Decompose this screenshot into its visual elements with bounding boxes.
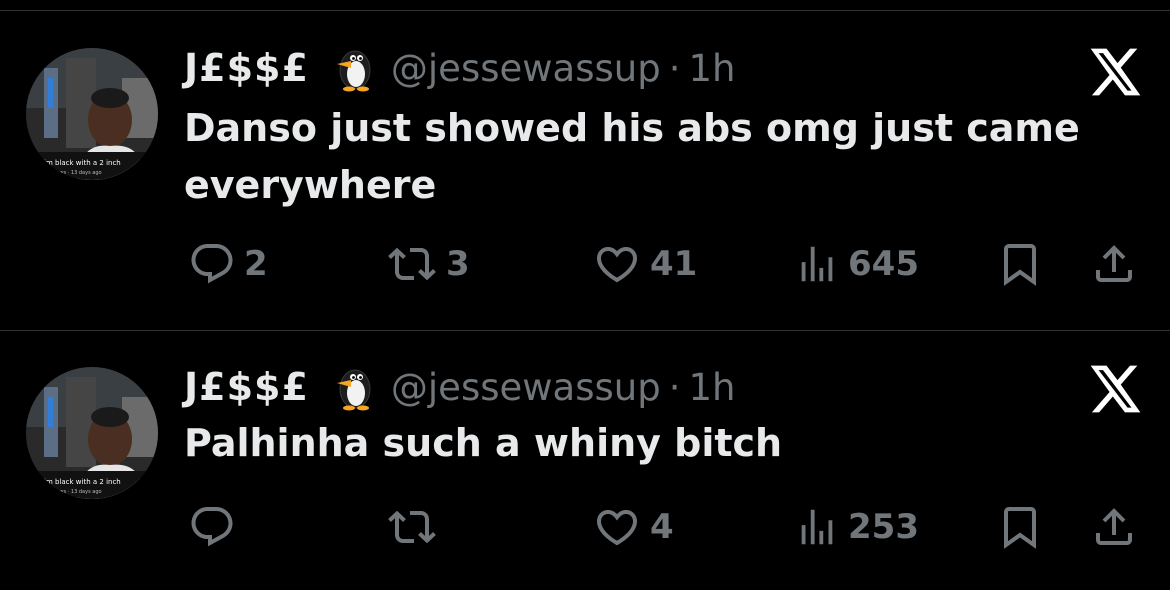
like-count: 41	[650, 244, 698, 284]
avatar-subcaption: 3K views · 13 days ago	[44, 170, 102, 176]
penguin-icon	[327, 44, 377, 92]
action-bar: 4 253	[0, 497, 1170, 557]
like-button[interactable]: 41	[592, 234, 697, 294]
share-button[interactable]	[1090, 234, 1138, 294]
avatar[interactable]: im black with a 2 inch 3K views · 13 day…	[26, 48, 158, 180]
x-logo-icon[interactable]	[1086, 44, 1142, 100]
views-button[interactable]: 253	[794, 497, 919, 557]
reply-button[interactable]: 2	[188, 234, 268, 294]
handle[interactable]: @jessewassup	[391, 366, 661, 409]
display-name[interactable]: J£$$£	[184, 46, 309, 90]
share-icon	[1090, 503, 1138, 551]
separator-dot: ·	[668, 46, 681, 90]
display-name[interactable]: J£$$£	[184, 365, 309, 409]
heart-icon	[592, 240, 642, 288]
repost-count: 3	[446, 244, 470, 284]
repost-button[interactable]	[386, 497, 446, 557]
repost-icon	[386, 503, 438, 551]
bookmark-icon	[996, 240, 1044, 288]
views-count: 645	[848, 244, 919, 284]
avatar-caption: im black with a 2 inch	[44, 159, 121, 167]
reply-button[interactable]	[188, 497, 244, 557]
like-button[interactable]: 4	[592, 497, 674, 557]
share-button[interactable]	[1090, 497, 1138, 557]
action-bar: 2 3 41 645	[0, 234, 1170, 294]
separator-dot: ·	[668, 365, 681, 409]
tweet[interactable]: im black with a 2 inch 3K views · 13 day…	[0, 10, 1170, 330]
views-button[interactable]: 645	[794, 234, 919, 294]
views-count: 253	[848, 507, 919, 547]
heart-icon	[592, 503, 642, 551]
tweet-text: Danso just showed his abs omg just came …	[184, 106, 1080, 207]
bookmark-icon	[996, 503, 1044, 551]
avatar-caption: im black with a 2 inch	[44, 478, 121, 486]
share-icon	[1090, 240, 1138, 288]
timestamp[interactable]: 1h	[688, 47, 735, 90]
handle[interactable]: @jessewassup	[391, 47, 661, 90]
timestamp[interactable]: 1h	[688, 366, 735, 409]
penguin-icon	[327, 363, 377, 411]
bookmark-button[interactable]	[996, 497, 1044, 557]
reply-count: 2	[244, 244, 268, 284]
bookmark-button[interactable]	[996, 234, 1044, 294]
avatar[interactable]: im black with a 2 inch 3K views · 13 day…	[26, 367, 158, 499]
tweet[interactable]: im black with a 2 inch 3K views · 13 day…	[0, 331, 1170, 590]
tweet-text: Palhinha such a whiny bitch	[184, 421, 783, 465]
repost-button[interactable]: 3	[386, 234, 470, 294]
avatar-subcaption: 3K views · 13 days ago	[44, 489, 102, 495]
repost-icon	[386, 240, 438, 288]
reply-icon	[188, 503, 236, 551]
tweet-header: J£$$£ @jessewassup · 1h	[184, 357, 735, 417]
x-logo-icon[interactable]	[1086, 361, 1142, 417]
reply-icon	[188, 240, 236, 288]
tweet-header: J£$$£ @jessewassup · 1h	[184, 38, 735, 98]
views-icon	[794, 503, 840, 551]
like-count: 4	[650, 507, 674, 547]
views-icon	[794, 240, 840, 288]
